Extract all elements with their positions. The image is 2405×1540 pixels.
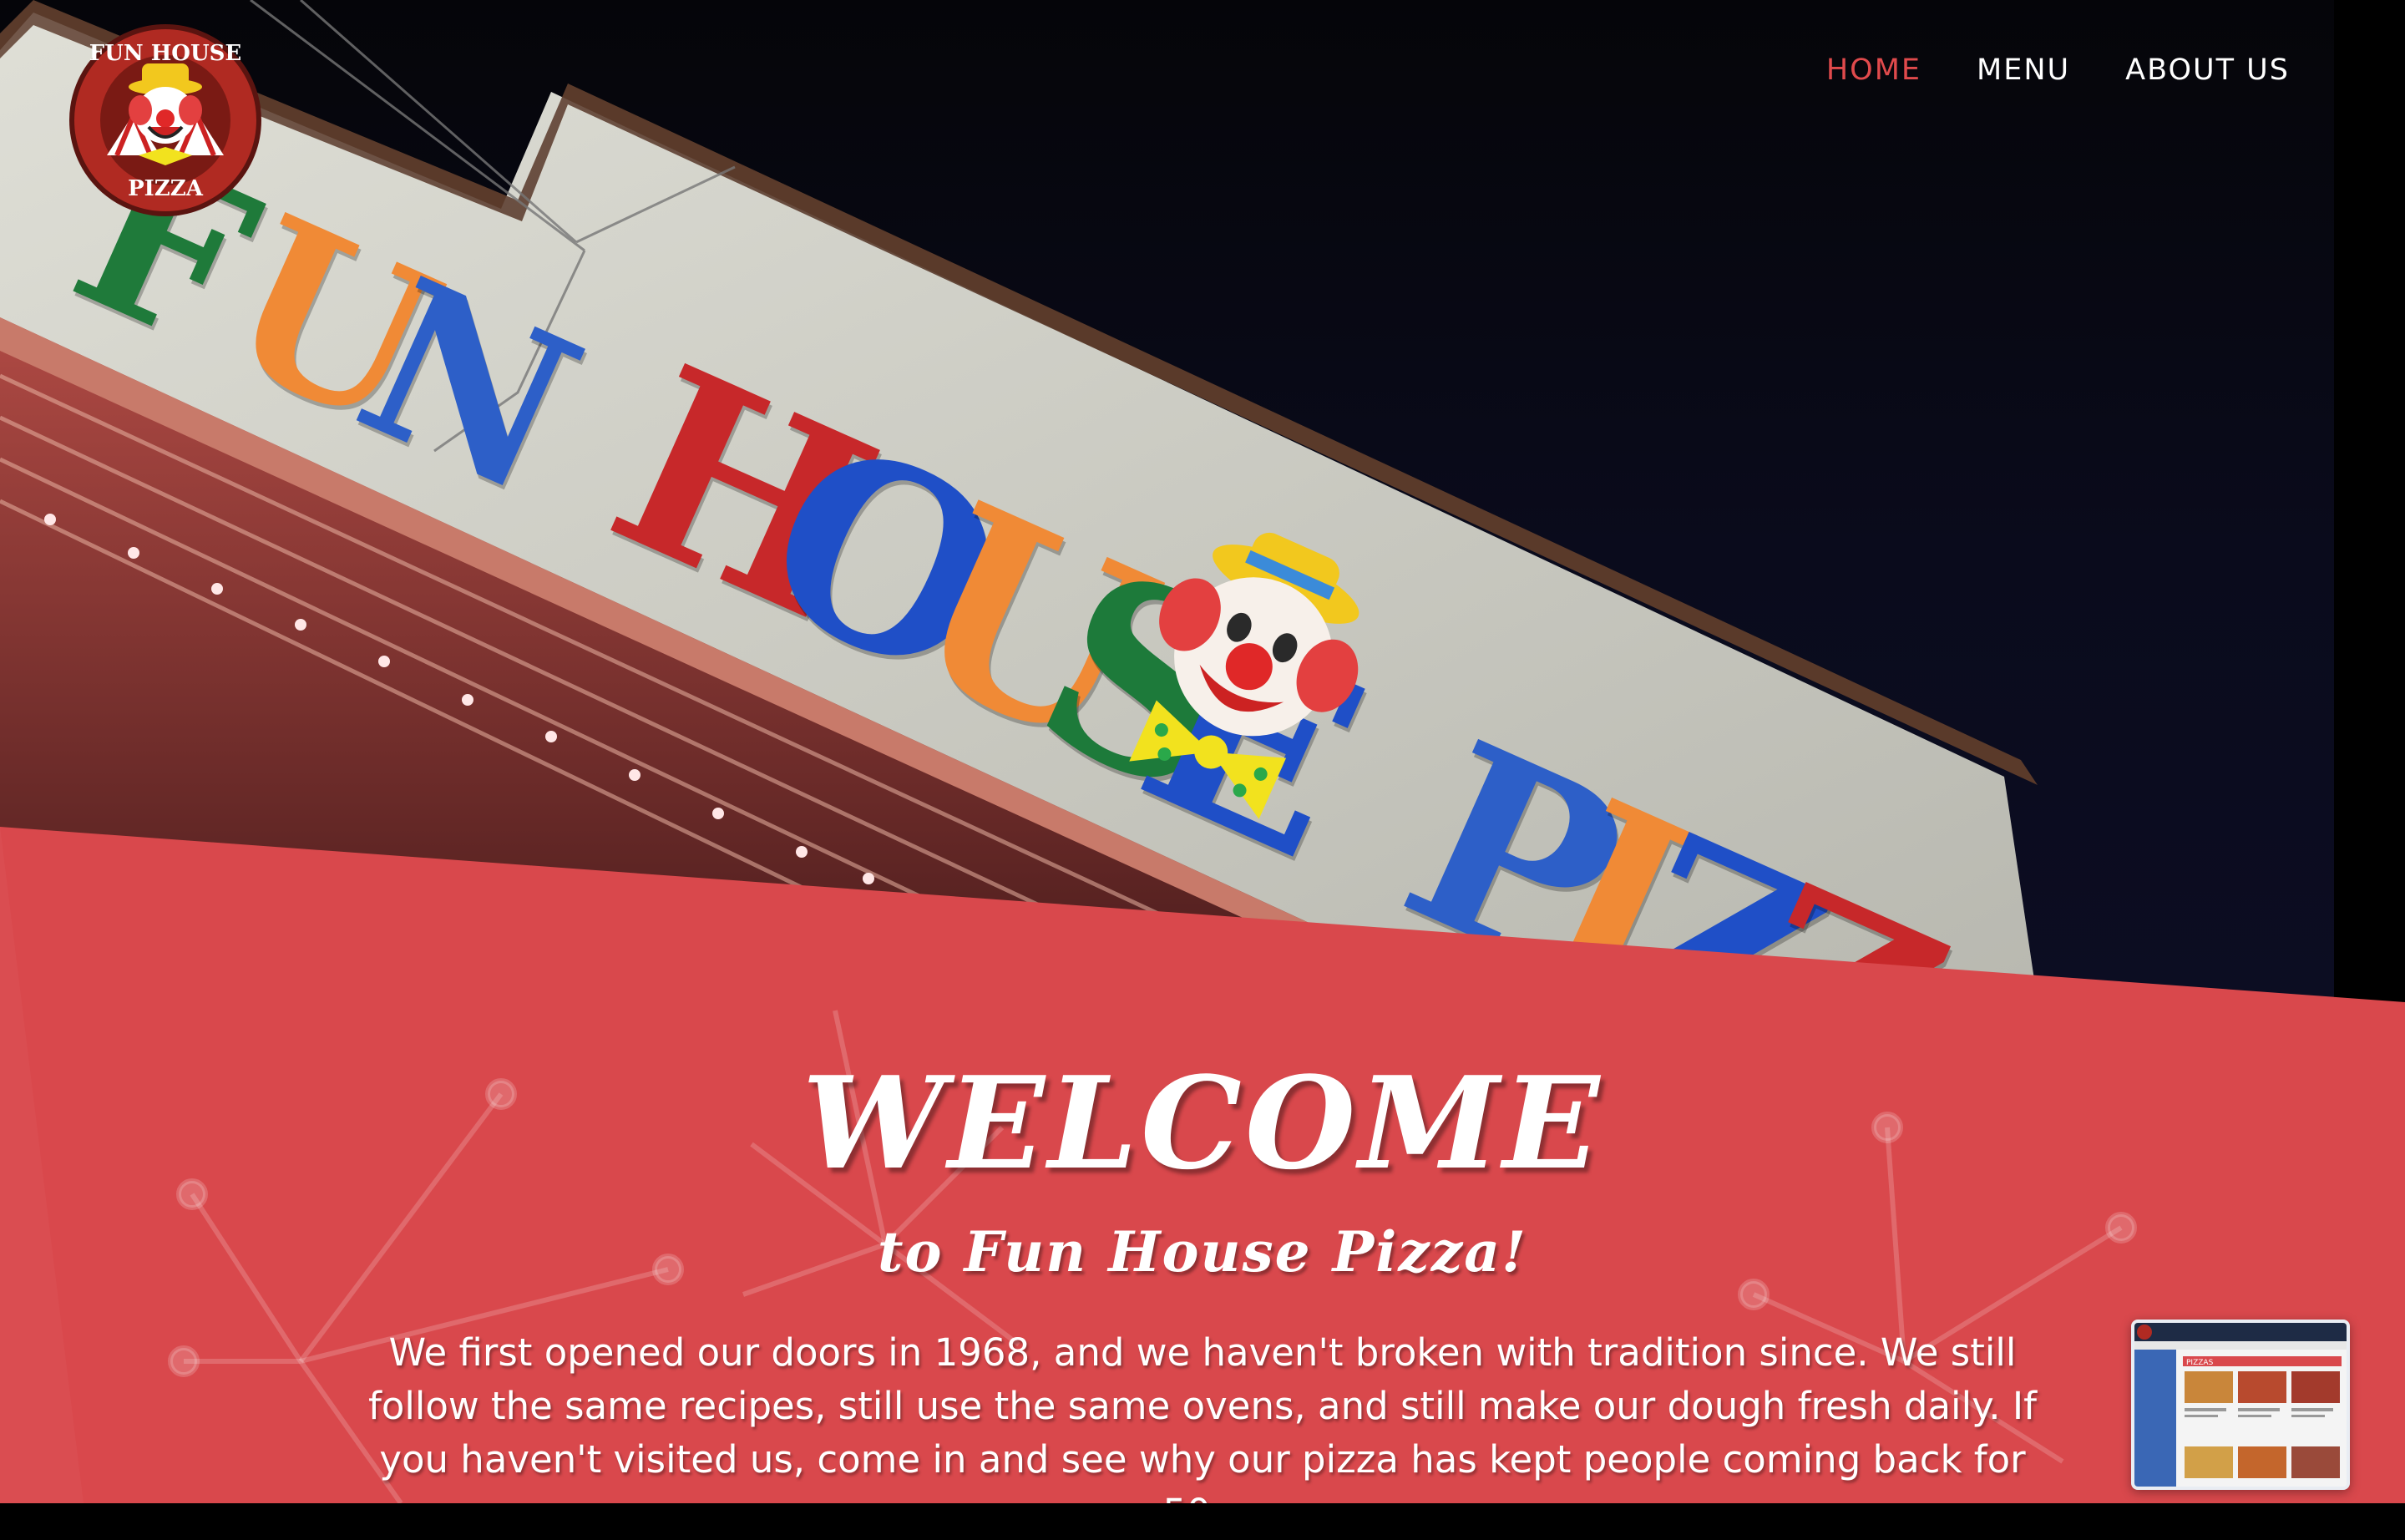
hero-edge [2334, 0, 2405, 1002]
preview-heading: PIZZAS [2186, 1359, 2214, 1367]
logo-top-text: FUN HOUSE [89, 41, 241, 66]
welcome-body-text: We first opened our doors in 1968, and w… [367, 1330, 2038, 1535]
fun-house-pizza-logo[interactable]: FUN HOUSE PIZZA [67, 22, 264, 219]
menu-preview-thumbnail[interactable]: PIZZAS [2131, 1320, 2350, 1490]
main-nav: HOME MENU ABOUT US [1826, 53, 2290, 87]
hero-image: F U N H O U S E P I Z Z [0, 0, 2405, 1002]
welcome-title: WELCOME [802, 1048, 1603, 1198]
welcome-subtitle: to Fun House Pizza! [877, 1219, 1528, 1284]
logo-bottom-text: PIZZA [128, 176, 204, 201]
nav-home-link[interactable]: HOME [1826, 53, 1921, 87]
menu-preview-image: PIZZAS [2134, 1323, 2347, 1487]
nav-about-link[interactable]: ABOUT US [2125, 53, 2290, 87]
nav-menu-link[interactable]: MENU [1977, 53, 2070, 87]
